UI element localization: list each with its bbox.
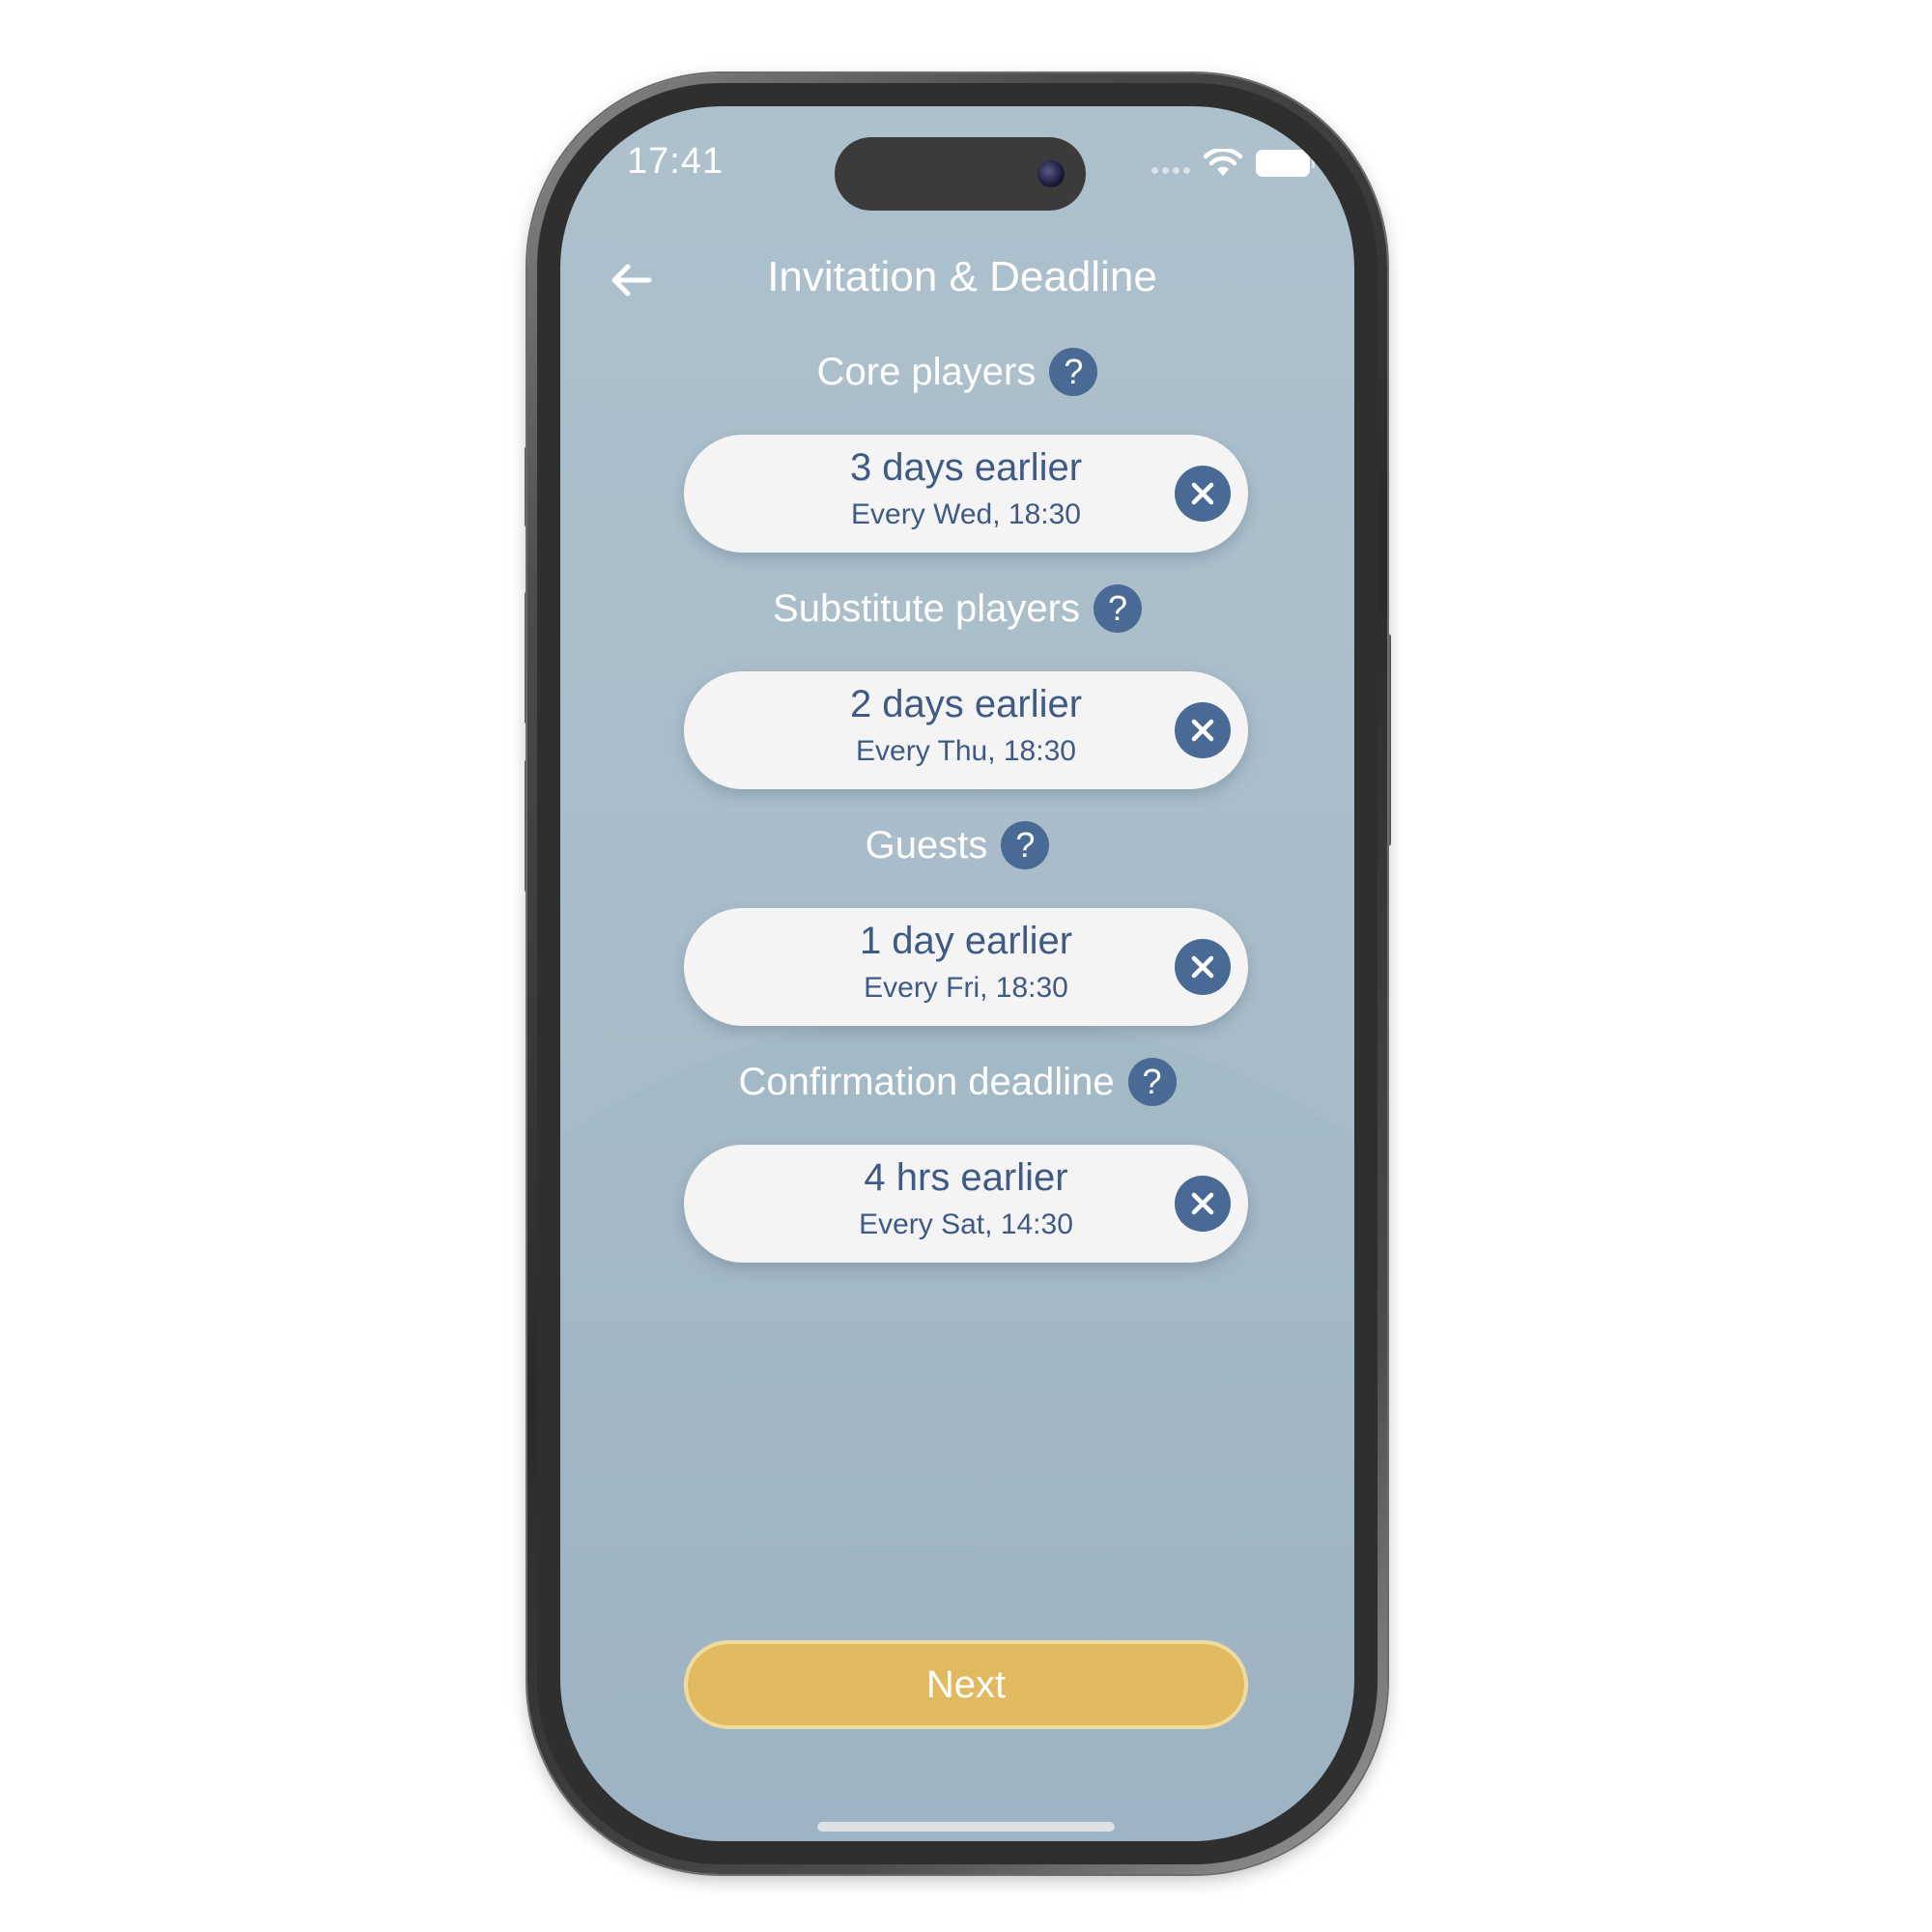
stage: 17:41 Invitation & Deadline Core players…: [0, 0, 1932, 1932]
section-header-substitute-players: Substitute players ?: [560, 584, 1354, 633]
deadline-schedule: Every Wed, 18:30: [851, 498, 1081, 530]
phone-bezel: 17:41 Invitation & Deadline Core players…: [537, 83, 1378, 1864]
section-label: Core players: [816, 350, 1037, 393]
deadline-value: 3 days earlier: [849, 446, 1083, 489]
substitute-players-deadline-selector[interactable]: 2 days earlier Every Thu, 18:30: [684, 671, 1248, 789]
cellular-signal-icon: [1151, 166, 1190, 174]
wifi-icon: [1204, 149, 1242, 176]
deadline-value: 4 hrs earlier: [864, 1156, 1068, 1199]
battery-icon: [1256, 150, 1315, 177]
deadline-value: 1 day earlier: [859, 920, 1073, 962]
section-label: Guests: [865, 823, 988, 867]
section-header-core-players: Core players ?: [560, 348, 1354, 396]
home-indicator[interactable]: [817, 1822, 1115, 1832]
phone-frame: 17:41 Invitation & Deadline Core players…: [527, 73, 1387, 1874]
core-players-deadline-selector[interactable]: 3 days earlier Every Wed, 18:30: [684, 435, 1248, 553]
page-title: Invitation & Deadline: [767, 253, 1157, 300]
confirmation-deadline-selector[interactable]: 4 hrs earlier Every Sat, 14:30: [684, 1145, 1248, 1263]
close-icon: [1191, 482, 1214, 505]
next-button[interactable]: Next: [684, 1640, 1248, 1729]
dynamic-island: [835, 137, 1086, 211]
clear-button[interactable]: [1175, 1176, 1231, 1232]
status-indicators: [1151, 149, 1315, 178]
section-header-confirmation-deadline: Confirmation deadline ?: [560, 1058, 1354, 1106]
help-icon[interactable]: ?: [1093, 584, 1142, 633]
clear-button[interactable]: [1175, 702, 1231, 758]
clear-button[interactable]: [1175, 466, 1231, 522]
deadline-schedule: Every Sat, 14:30: [859, 1208, 1073, 1240]
clear-button[interactable]: [1175, 939, 1231, 995]
close-icon: [1191, 1192, 1214, 1215]
help-icon[interactable]: ?: [1001, 821, 1050, 869]
help-icon[interactable]: ?: [1127, 1058, 1177, 1106]
app-screen: 17:41 Invitation & Deadline Core players…: [560, 106, 1354, 1841]
close-icon: [1191, 955, 1214, 979]
close-icon: [1191, 719, 1214, 742]
section-header-guests: Guests ?: [560, 821, 1354, 869]
section-label: Substitute players: [773, 586, 1080, 630]
section-label: Confirmation deadline: [738, 1060, 1115, 1103]
help-icon[interactable]: ?: [1049, 348, 1098, 396]
deadline-schedule: Every Fri, 18:30: [864, 972, 1068, 1004]
camera-icon: [1037, 160, 1065, 187]
deadline-schedule: Every Thu, 18:30: [856, 735, 1076, 767]
status-time: 17:41: [627, 141, 724, 182]
deadline-value: 2 days earlier: [849, 683, 1083, 725]
guests-deadline-selector[interactable]: 1 day earlier Every Fri, 18:30: [684, 908, 1248, 1026]
